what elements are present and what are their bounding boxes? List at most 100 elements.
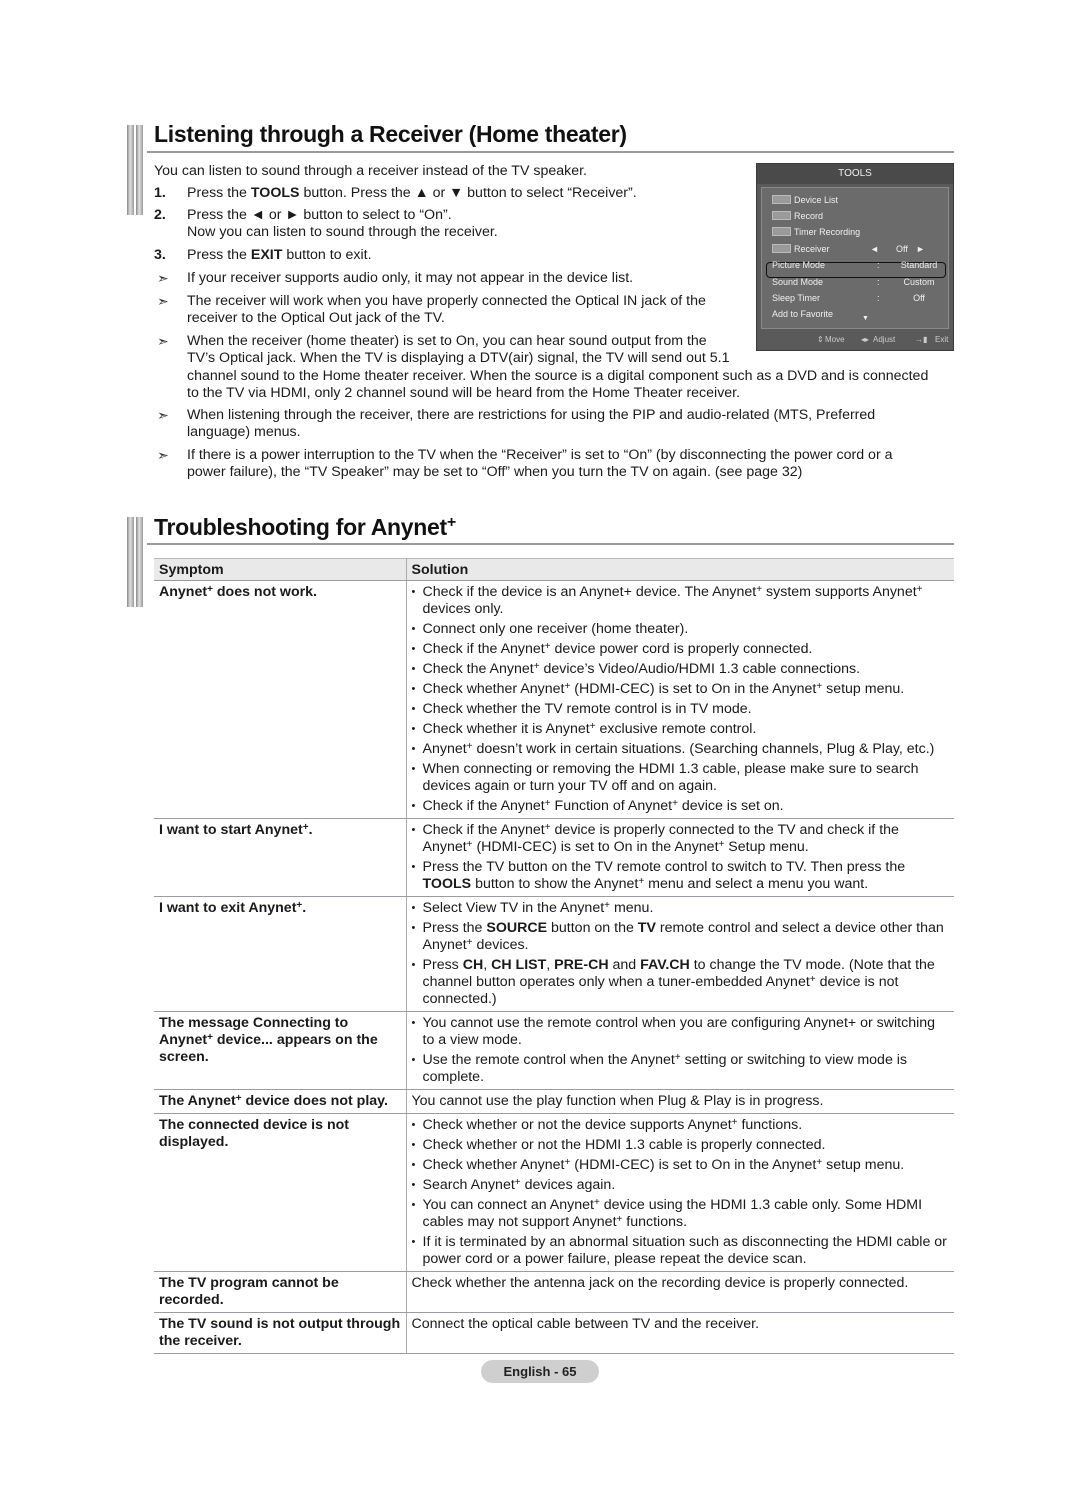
solution-cell: Select View TV in the Anynet+ menu. Press… [406,896,954,1012]
step-number: 1. [154,185,166,201]
osd-item-timer-recording[interactable]: Timer Recording [772,225,942,239]
arrow-right-icon[interactable]: ► [916,242,925,256]
note-text: When listening through the receiver, the… [187,407,876,423]
anynet-badge-icon [772,244,791,253]
anynet-badge-icon [772,211,791,220]
anynet-badge-icon [772,227,791,236]
solution-bullet: Search Anynet+ devices again. [412,1177,950,1194]
symptom-cell: Anynet+ does not work. [154,580,407,819]
solution-cell: Check if the Anynet+ device is properly … [406,818,954,897]
exit-icon: →▮ [915,335,928,344]
osd-item-device-list[interactable]: Device List [772,193,942,207]
section-divider [147,543,954,545]
solution-bullet: Use the remote control when the Anynet+ … [412,1052,950,1086]
osd-item-sleep-timer[interactable]: Sleep Timer: Off [772,291,942,305]
note-text: TV’s Optical jack. When the TV is displa… [187,350,730,366]
column-header-solution: Solution [406,558,954,581]
note-arrow-icon: ➣ [157,407,169,423]
receiver-value: Off [896,244,908,254]
tools-osd-menu: TOOLS Device List Record Timer Recording… [756,163,954,351]
table-row: Anynet+ does not work.Check if the devic… [154,580,954,819]
osd-footer: ⇕ Move ◂▸ Adjust →▮ Exit [757,330,953,350]
section-decor-bar [127,125,145,215]
symptom-cell: The TV program cannot be recorded. [154,1271,407,1313]
osd-item-record[interactable]: Record [772,209,942,223]
move-label: Move [825,335,845,344]
note-text: power failure), the “TV Speaker” may be … [187,464,803,480]
solution-bullet: Check whether or not the device supports… [412,1117,950,1134]
solution-bullet: Check if the device is an Anynet+ device… [412,584,950,618]
anynet-badge-icon [772,195,791,204]
solution-bullet: Press the TV button on the TV remote con… [412,859,950,893]
solution-bullet: Check the Anynet+ device’s Video/Audio/H… [412,661,950,678]
note-text: receiver to the Optical Out jack of the … [187,310,445,326]
table-row: The message Connecting to Anynet+ device… [154,1011,954,1090]
note-text: If there is a power interruption to the … [187,447,893,463]
symptom-cell: The message Connecting to Anynet+ device… [154,1011,407,1090]
table-row: I want to exit Anynet+.Select View TV in… [154,896,954,1012]
solution-bullet: Check whether the TV remote control is i… [412,701,950,718]
step-2-text: Press the ◄ or ► button to select to “On… [187,207,452,223]
adjust-label: Adjust [873,335,896,344]
exit-label: Exit [935,335,949,344]
solution-bullet: Check whether Anynet+ (HDMI-CEC) is set … [412,681,950,698]
section-decor-bar [127,517,145,607]
section-title-troubleshooting: Troubleshooting for Anynet+ [154,514,456,540]
note-text: channel sound to the Home theater receiv… [187,368,929,384]
solution-cell: You cannot use the remote control when y… [406,1011,954,1090]
solution-bullet: Check whether it is Anynet+ exclusive re… [412,721,950,738]
step-1-text: Press the TOOLS button. Press the ▲ or ▼… [187,185,637,201]
osd-menu-body: Device List Record Timer Recording Recei… [761,187,949,329]
table-row: The TV sound is not output through the r… [154,1312,954,1354]
page-number-badge: English - 65 [481,1360,599,1383]
solution-bullet: Press CH, CH LIST, PRE-CH and FAV.CH to … [412,957,950,1008]
solution-bullet: Check if the Anynet+ Function of Anynet+… [412,798,950,815]
solution-bullet: Check if the Anynet+ device power cord i… [412,641,950,658]
section-divider [147,151,954,153]
solution-bullet: Press the SOURCE button on the TV remote… [412,920,950,954]
step-number: 3. [154,247,166,263]
solution-cell: Connect the optical cable between TV and… [406,1312,954,1354]
note-text: language) menus. [187,424,301,440]
note-arrow-icon: ➣ [157,270,169,286]
solution-bullet: Check if the Anynet+ device is properly … [412,822,950,856]
section-title-receiver: Listening through a Receiver (Home theat… [154,121,627,147]
solution-bullet: You cannot use the remote control when y… [412,1015,950,1049]
solution-bullet: Check whether or not the HDMI 1.3 cable … [412,1137,950,1154]
solution-cell: Check whether the antenna jack on the re… [406,1271,954,1313]
symptom-cell: I want to start Anynet+. [154,818,407,897]
symptom-cell: The Anynet+ device does not play. [154,1089,407,1114]
note-arrow-icon: ➣ [157,447,169,463]
symptom-cell: I want to exit Anynet+. [154,896,407,1012]
step-number: 2. [154,207,166,223]
note-arrow-icon: ➣ [157,293,169,309]
solution-bullet: If it is terminated by an abnormal situa… [412,1234,950,1268]
solution-cell: You cannot use the play function when Pl… [406,1089,954,1114]
intro-text: You can listen to sound through a receiv… [154,163,588,179]
move-icon: ⇕ [817,335,824,344]
note-text: When the receiver (home theater) is set … [187,333,707,349]
note-arrow-icon: ➣ [157,333,169,349]
scroll-down-icon: ▼ [862,315,869,322]
symptom-cell: The connected device is not displayed. [154,1113,407,1272]
table-row: The connected device is not displayed. Ch… [154,1113,954,1272]
note-text: to the TV via HDMI, only 2 channel sound… [187,385,741,401]
solution-cell: Check if the device is an Anynet+ device… [406,580,954,819]
column-header-symptom: Symptom [154,558,407,581]
solution-bullet: Anynet+ doesn’t work in certain situatio… [412,741,950,758]
solution-cell: Check whether or not the device supports… [406,1113,954,1272]
symptom-cell: The TV sound is not output through the r… [154,1312,407,1354]
osd-item-add-to-favorite[interactable]: Add to Favorite [772,307,942,321]
step-2-text-line2: Now you can listen to sound through the … [187,224,498,240]
step-3-text: Press the EXIT button to exit. [187,247,372,263]
solution-bullet: You can connect an Anynet+ device using … [412,1197,950,1231]
solution-bullet: Check whether Anynet+ (HDMI-CEC) is set … [412,1157,950,1174]
arrow-left-icon[interactable]: ◄ [870,242,879,256]
adjust-icon: ◂▸ [861,335,870,344]
note-text: If your receiver supports audio only, it… [187,270,634,286]
osd-item-receiver[interactable]: Receiver ◄ Off ► [772,242,942,256]
table-row: I want to start Anynet+.Check if the Any… [154,818,954,897]
osd-item-sound-mode[interactable]: Sound Mode: Custom [772,275,942,289]
osd-item-picture-mode[interactable]: Picture Mode: Standard [772,258,942,272]
note-text: The receiver will work when you have pro… [187,293,706,309]
